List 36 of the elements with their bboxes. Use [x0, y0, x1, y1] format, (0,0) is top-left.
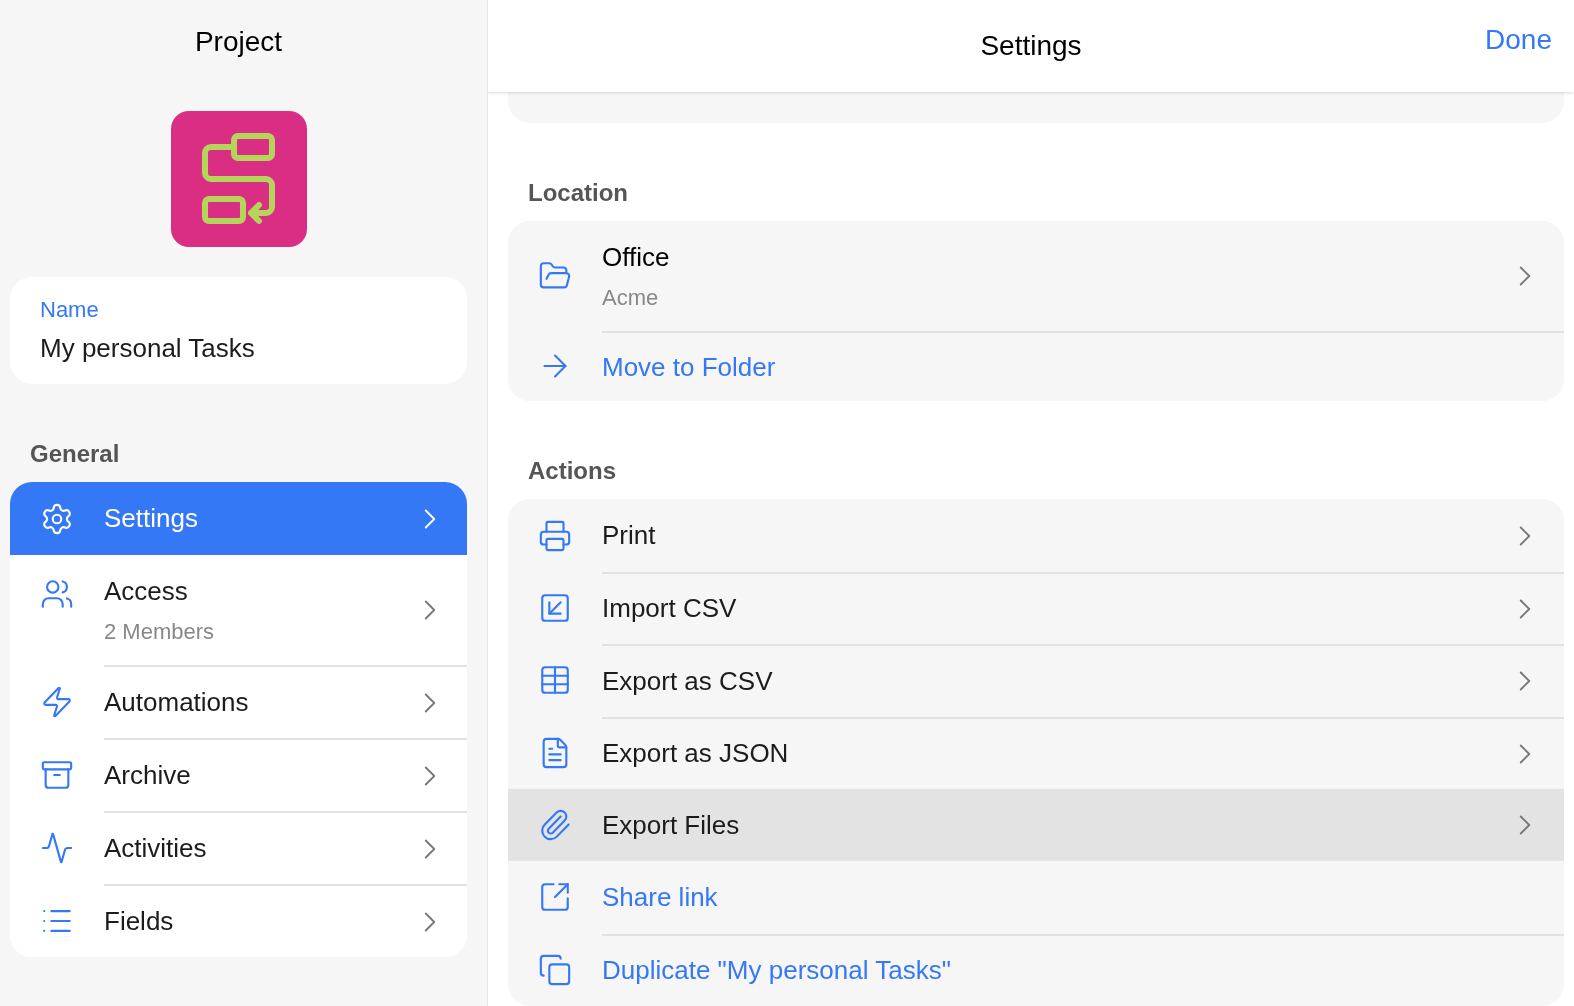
sidebar-title: Project: [193, 25, 284, 59]
action-label: Import CSV: [602, 593, 738, 625]
action-label: Print: [602, 520, 657, 552]
menu-item-label: Automations: [104, 687, 250, 718]
action-label: Export Files: [602, 809, 741, 841]
folder-name: Office: [602, 241, 671, 273]
paperclip-icon: [538, 808, 572, 843]
app-logo-icon: [200, 133, 277, 225]
menu-item-label: Activities: [104, 833, 208, 864]
done-button[interactable]: Done: [1485, 24, 1552, 56]
people-icon: [40, 577, 74, 611]
menu-item-label: Fields: [104, 906, 175, 937]
name-field[interactable]: Name My personal Tasks: [10, 277, 467, 384]
pulse-icon: [40, 830, 74, 865]
field-value: My personal Tasks: [40, 333, 256, 364]
menu-item[interactable]: Settings: [10, 482, 467, 555]
menu-item-label: Access: [104, 575, 189, 607]
section-heading: Location: [527, 178, 629, 209]
action-label: Duplicate "My personal Tasks": [602, 955, 952, 987]
menu-item-label: Settings: [104, 503, 199, 534]
section-heading: Actions: [527, 456, 617, 487]
copy-icon: [538, 952, 572, 987]
header-title: Settings: [980, 30, 1082, 62]
menu-item-label: Archive: [104, 760, 192, 791]
section-heading: General: [29, 439, 121, 469]
menu-item-subtitle: 2 Members: [104, 618, 216, 645]
action-label: Share link: [602, 881, 719, 913]
folder-subtitle: Acme: [602, 284, 660, 311]
action-label: Export as CSV: [602, 665, 774, 697]
move-link: Move to Folder: [602, 351, 777, 383]
printer-icon: [538, 518, 572, 553]
settings-icon: [40, 501, 74, 536]
field-label: Name: [40, 297, 100, 323]
lightning-icon: [40, 684, 74, 719]
action-label: Export as JSON: [602, 738, 790, 770]
action-row[interactable]: Export Files: [508, 788, 1564, 862]
